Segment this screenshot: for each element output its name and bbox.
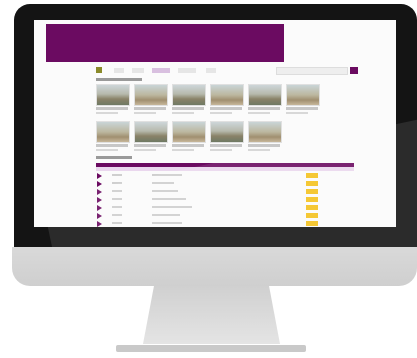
search-button[interactable] xyxy=(350,67,358,74)
logo-icon[interactable] xyxy=(96,67,102,73)
thumbnail-caption xyxy=(210,144,242,147)
thumbnail-caption xyxy=(96,149,118,151)
thumbnail-caption xyxy=(210,149,232,151)
monitor-chin xyxy=(12,247,417,286)
thumbnail-caption xyxy=(248,107,280,110)
row-badge[interactable] xyxy=(306,181,318,186)
play-icon[interactable] xyxy=(97,205,102,211)
row-title[interactable] xyxy=(152,182,174,184)
thumbnail-caption xyxy=(134,112,156,114)
nav-item-1[interactable] xyxy=(114,68,124,73)
row-date xyxy=(112,222,122,224)
video-thumbnail[interactable] xyxy=(210,121,244,143)
search-input[interactable] xyxy=(276,67,348,75)
row-badge[interactable] xyxy=(306,205,318,210)
thumbnail-caption xyxy=(134,107,166,110)
play-icon[interactable] xyxy=(97,181,102,187)
gallery-heading xyxy=(96,78,142,81)
list-row[interactable] xyxy=(96,212,354,220)
row-badge[interactable] xyxy=(306,221,318,226)
thumbnail-caption xyxy=(96,107,128,110)
row-title[interactable] xyxy=(152,190,178,192)
play-icon[interactable] xyxy=(97,221,102,227)
monitor-screen xyxy=(34,20,396,227)
thumbnail-caption xyxy=(286,107,318,110)
thumbnail-caption xyxy=(96,144,128,147)
row-date xyxy=(112,190,122,192)
header-banner xyxy=(46,24,284,62)
thumbnail-caption xyxy=(172,144,204,147)
video-thumbnail[interactable] xyxy=(96,121,130,143)
video-thumbnail[interactable] xyxy=(134,84,168,106)
thumbnail-caption xyxy=(172,107,204,110)
row-date xyxy=(112,182,122,184)
row-badge[interactable] xyxy=(306,189,318,194)
nav-item-2[interactable] xyxy=(132,68,144,73)
play-icon[interactable] xyxy=(97,173,102,179)
video-thumbnail[interactable] xyxy=(134,121,168,143)
video-thumbnail[interactable] xyxy=(286,84,320,106)
thumbnail-caption xyxy=(248,112,270,114)
play-icon[interactable] xyxy=(97,213,102,219)
row-title[interactable] xyxy=(152,206,192,208)
thumbnail-caption xyxy=(134,144,166,147)
thumbnail-caption xyxy=(172,149,194,151)
video-thumbnail[interactable] xyxy=(172,121,206,143)
thumbnail-caption xyxy=(134,149,156,151)
row-badge[interactable] xyxy=(306,173,318,178)
nav-item-3-active[interactable] xyxy=(152,68,170,73)
thumbnail-caption xyxy=(210,107,242,110)
row-date xyxy=(112,214,122,216)
list-row[interactable] xyxy=(96,220,354,227)
thumbnail-caption xyxy=(172,112,194,114)
row-title[interactable] xyxy=(152,198,186,200)
list-column-header xyxy=(96,167,354,171)
thumbnail-caption xyxy=(210,112,232,114)
video-thumbnail[interactable] xyxy=(96,84,130,106)
video-thumbnail[interactable] xyxy=(248,121,282,143)
video-thumbnail[interactable] xyxy=(172,84,206,106)
monitor-base xyxy=(116,345,306,352)
row-badge[interactable] xyxy=(306,197,318,202)
list-row[interactable] xyxy=(96,180,354,188)
thumbnail-caption xyxy=(96,112,118,114)
thumbnail-caption xyxy=(286,112,308,114)
video-thumbnail[interactable] xyxy=(248,84,282,106)
site-navigation xyxy=(96,66,358,75)
row-date xyxy=(112,206,122,208)
video-thumbnail[interactable] xyxy=(210,84,244,106)
thumbnail-caption xyxy=(248,144,280,147)
row-title[interactable] xyxy=(152,174,182,176)
list-row[interactable] xyxy=(96,196,354,204)
thumbnail-caption xyxy=(248,149,270,151)
nav-item-5[interactable] xyxy=(206,68,216,73)
row-date xyxy=(112,198,122,200)
row-title[interactable] xyxy=(152,214,180,216)
row-badge[interactable] xyxy=(306,213,318,218)
monitor-stand xyxy=(143,286,280,344)
row-title[interactable] xyxy=(152,222,182,224)
play-icon[interactable] xyxy=(97,197,102,203)
list-row[interactable] xyxy=(96,188,354,196)
list-row[interactable] xyxy=(96,204,354,212)
play-icon[interactable] xyxy=(97,189,102,195)
nav-item-4[interactable] xyxy=(178,68,196,73)
row-date xyxy=(112,174,122,176)
list-heading xyxy=(96,156,132,159)
list-row[interactable] xyxy=(96,172,354,180)
